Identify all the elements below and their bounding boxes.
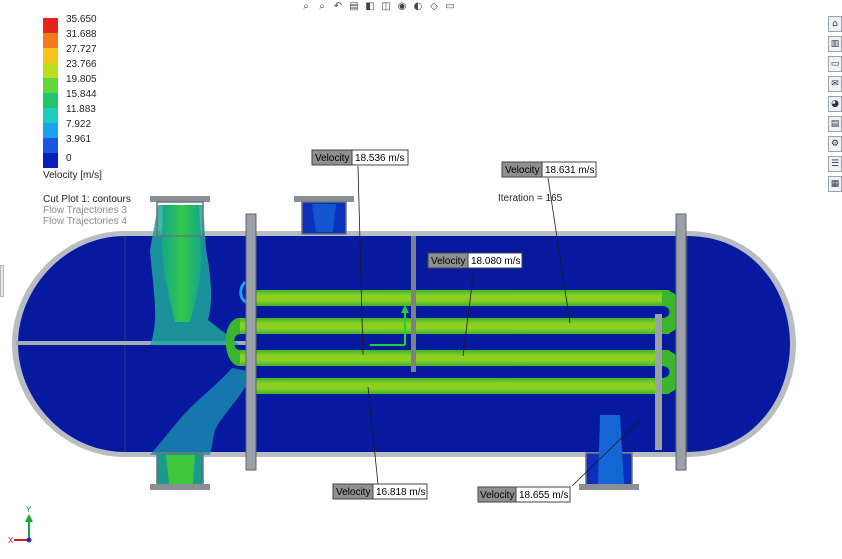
view-orientation-icon[interactable]: ◧	[364, 1, 376, 13]
legend-tick-label: 3.961	[66, 134, 91, 145]
end-flange	[675, 213, 687, 471]
legend-swatch	[43, 48, 58, 63]
legend-tick-label: 31.688	[66, 29, 97, 40]
vent-flow	[312, 204, 336, 232]
appearance-icon[interactable]: ◐	[412, 1, 424, 13]
zoom-area-icon[interactable]: ⌕	[316, 1, 328, 13]
legend-tick-label: 15.844	[66, 89, 97, 100]
probe-2[interactable]: Velocity 18.631 m/s	[501, 161, 597, 178]
legend-tick-label: 27.727	[66, 44, 97, 55]
legend-swatch	[43, 123, 58, 138]
results-icon[interactable]: ▦	[828, 176, 842, 192]
part-icon[interactable]: ▥	[828, 36, 842, 52]
legend-units-label: Velocity [m/s]	[43, 170, 102, 181]
legend-tick-label: 23.766	[66, 59, 97, 70]
baffle-middle	[411, 236, 416, 372]
zoom-to-fit-icon[interactable]: ⌕	[300, 1, 312, 13]
home-icon[interactable]: ⌂	[828, 16, 842, 32]
probe-5-value: 18.655 m/s	[519, 490, 568, 501]
legend-tick-label: 35.650	[66, 14, 97, 25]
graphics-viewport[interactable]: 35.650 31.688 27.727 23.766 19.805 15.844 11.8…	[0, 0, 842, 559]
probe-3-name: Velocity	[431, 256, 465, 267]
scene-icon[interactable]: ◇	[428, 1, 440, 13]
iteration-label: Iteration = 165	[498, 193, 563, 204]
legend-swatch	[43, 93, 58, 108]
outlet-flange-right	[579, 484, 639, 490]
folder-icon[interactable]: ▭	[828, 56, 842, 72]
flow-trajectories-4-label: Flow Trajectories 4	[43, 216, 127, 227]
probe-3[interactable]: Velocity 18.080 m/s	[427, 252, 523, 269]
task-list-icon[interactable]: ☰	[828, 156, 842, 172]
hide-show-icon[interactable]: ◉	[396, 1, 408, 13]
probe-1[interactable]: Velocity 18.536 m/s	[311, 149, 409, 166]
triad-x-label: X	[8, 536, 14, 545]
legend-swatch	[43, 33, 58, 48]
outlet-jet-left	[166, 455, 195, 484]
display-style-icon[interactable]: ◫	[380, 1, 392, 13]
feature-manager-collapse-tab[interactable]	[0, 265, 4, 297]
cut-plot-label: Cut Plot 1: contours	[43, 194, 131, 205]
flow-trajectories-3-label: Flow Trajectories 3	[43, 205, 127, 216]
outlet-flow-right	[598, 415, 624, 484]
probe-4[interactable]: Velocity 16.818 m/s	[332, 483, 428, 500]
probe-4-name: Velocity	[336, 487, 370, 498]
previous-view-icon[interactable]: ↶	[332, 1, 344, 13]
probe-5-name: Velocity	[480, 490, 514, 501]
legend-swatch	[43, 63, 58, 78]
legend-tick-label: 0	[66, 153, 72, 164]
probe-1-name: Velocity	[315, 153, 349, 164]
monitor-icon[interactable]: ▭	[444, 1, 456, 13]
appearance-icon[interactable]: ◕	[828, 96, 842, 112]
triad-y-label: Y	[26, 505, 32, 514]
legend-swatch	[43, 78, 58, 93]
probe-3-value: 18.080 m/s	[471, 256, 520, 267]
view-palette-icon[interactable]: ✉	[828, 76, 842, 92]
color-legend: 35.650 31.688 27.727 23.766 19.805 15.844 11.8…	[43, 14, 97, 168]
probe-1-value: 18.536 m/s	[355, 153, 404, 164]
legend-tick-label: 7.922	[66, 119, 91, 130]
inlet-flange	[150, 196, 210, 202]
vent-flange	[294, 196, 354, 202]
legend-swatch	[43, 108, 58, 123]
probe-4-value: 16.818 m/s	[376, 487, 425, 498]
solve-icon[interactable]: ⚙	[828, 136, 842, 152]
outlet-flange-left	[150, 484, 210, 490]
heat-exchanger-model[interactable]	[12, 196, 796, 490]
legend-tick-label: 11.883	[66, 104, 96, 115]
simulation-scene[interactable]: 35.650 31.688 27.727 23.766 19.805 15.844 11.8…	[0, 0, 842, 559]
probe-2-value: 18.631 m/s	[545, 165, 594, 176]
coordinate-triad: Y X	[8, 505, 33, 545]
legend-tick-label: 19.805	[66, 74, 97, 85]
section-view-icon[interactable]: ▤	[348, 1, 360, 13]
properties-icon[interactable]: ▤	[828, 116, 842, 132]
probe-5[interactable]: Velocity 18.655 m/s	[477, 486, 571, 503]
tube-sheet	[245, 213, 257, 471]
legend-swatch	[43, 138, 58, 153]
support-baffle	[655, 314, 662, 450]
legend-swatch	[43, 18, 58, 33]
legend-swatch	[43, 153, 58, 168]
probe-2-name: Velocity	[505, 165, 539, 176]
heads-up-toolbar: ⌕ ⌕ ↶ ▤ ◧ ◫ ◉ ◐ ◇ ▭	[300, 0, 456, 14]
task-pane-tabs: ⌂ ▥ ▭ ✉ ◕ ▤ ⚙ ☰ ▦	[828, 16, 842, 192]
